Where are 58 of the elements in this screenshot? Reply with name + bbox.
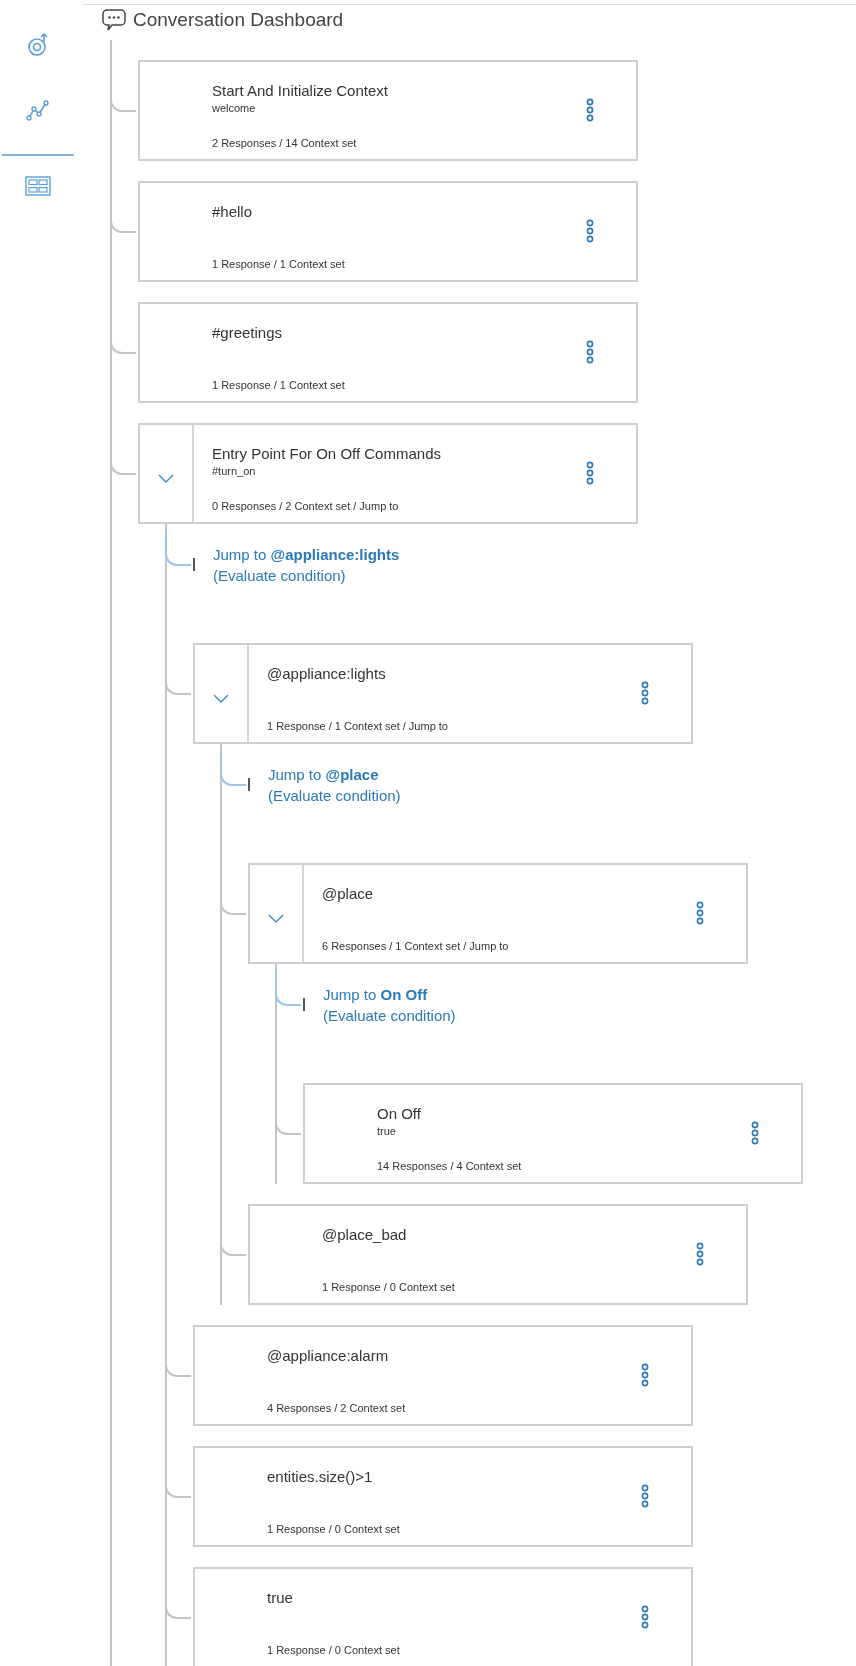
node-summary: 2 Responses / 14 Context set — [212, 137, 358, 149]
dialog-node-card[interactable]: @place_bad 1 Response / 0 Context set — [248, 1204, 748, 1305]
jump-condition-note: (Evaluate condition) — [268, 786, 401, 806]
jump-connector-line — [165, 530, 191, 566]
chat-icon — [102, 8, 126, 32]
more-options-icon[interactable] — [749, 1119, 761, 1147]
node-summary: 4 Responses / 2 Context set — [267, 1402, 407, 1414]
more-options-icon[interactable] — [694, 899, 706, 927]
more-options-icon[interactable] — [584, 338, 596, 366]
node-title: Entry Point For On Off Commands — [212, 445, 442, 462]
jump-condition-note: (Evaluate condition) — [323, 1006, 456, 1026]
dialog-node-card[interactable]: @appliance:alarm 4 Responses / 2 Context set — [193, 1325, 693, 1426]
node-summary: 14 Responses / 4 Context set — [377, 1160, 523, 1172]
node-title: true — [267, 1589, 294, 1606]
node-condition: #turn_on — [212, 465, 257, 477]
dialog-node-card[interactable]: #hello 1 Response / 1 Context set — [138, 181, 638, 282]
dialog-node-card[interactable]: entities.size()>1 1 Response / 0 Context set — [193, 1446, 693, 1547]
dialog-node-card[interactable]: @place 6 Responses / 1 Context set / Jump to — [248, 863, 748, 964]
more-options-icon[interactable] — [584, 96, 596, 124]
node-summary: 1 Response / 0 Context set — [267, 1644, 401, 1656]
node-summary: 1 Response / 0 Context set — [322, 1281, 456, 1293]
page-title: Conversation Dashboard — [133, 9, 344, 31]
dialog-node-card[interactable]: #greetings 1 Response / 1 Context set — [138, 302, 638, 403]
more-options-icon[interactable] — [584, 217, 596, 245]
node-summary: 6 Responses / 1 Context set / Jump to — [322, 940, 510, 952]
node-title: @place_bad — [322, 1226, 408, 1243]
node-condition: true — [377, 1125, 397, 1137]
dialog-node-card[interactable]: @appliance:lights 1 Response / 1 Context set / Jump to — [193, 643, 693, 744]
node-title: entities.size()>1 — [267, 1468, 374, 1485]
dialog-node-card[interactable]: true 1 Response / 0 Context set — [193, 1567, 693, 1666]
node-summary: 1 Response / 0 Context set — [267, 1523, 401, 1535]
jump-label: Jump to On Off — [323, 985, 429, 1005]
node-summary: 1 Response / 1 Context set — [212, 379, 346, 391]
node-title: @place — [322, 885, 375, 902]
more-options-icon[interactable] — [639, 1603, 651, 1631]
node-title: #hello — [212, 203, 254, 220]
jump-label: Jump to @appliance:lights — [213, 545, 400, 565]
more-options-icon[interactable] — [694, 1240, 706, 1268]
more-options-icon[interactable] — [584, 459, 596, 487]
dialog-node-card[interactable]: Start And Initialize Context welcome 2 Responses / 14 Context set — [138, 60, 638, 161]
node-title: @appliance:lights — [267, 665, 387, 682]
node-title: @appliance:alarm — [267, 1347, 390, 1364]
dialog-node-card[interactable]: Entry Point For On Off Commands #turn_on 0 Responses / 2 Context set / Jump to — [138, 423, 638, 524]
dialog-node-card[interactable]: On Off true 14 Responses / 4 Context set — [303, 1083, 803, 1184]
jump-label: Jump to @place — [268, 765, 380, 785]
more-options-icon[interactable] — [639, 1482, 651, 1510]
node-summary: 1 Response / 1 Context set / Jump to — [267, 720, 449, 732]
node-title: On Off — [377, 1105, 422, 1122]
more-options-icon[interactable] — [639, 679, 651, 707]
more-options-icon[interactable] — [639, 1361, 651, 1389]
node-title: #greetings — [212, 324, 284, 341]
jump-connector-line — [275, 970, 301, 1006]
node-summary: 1 Response / 1 Context set — [212, 258, 346, 270]
node-summary: 0 Responses / 2 Context set / Jump to — [212, 500, 400, 512]
node-title: Start And Initialize Context — [212, 82, 389, 99]
node-condition: welcome — [212, 102, 257, 114]
jump-condition-note: (Evaluate condition) — [213, 566, 347, 586]
jump-connector-line — [220, 750, 246, 786]
